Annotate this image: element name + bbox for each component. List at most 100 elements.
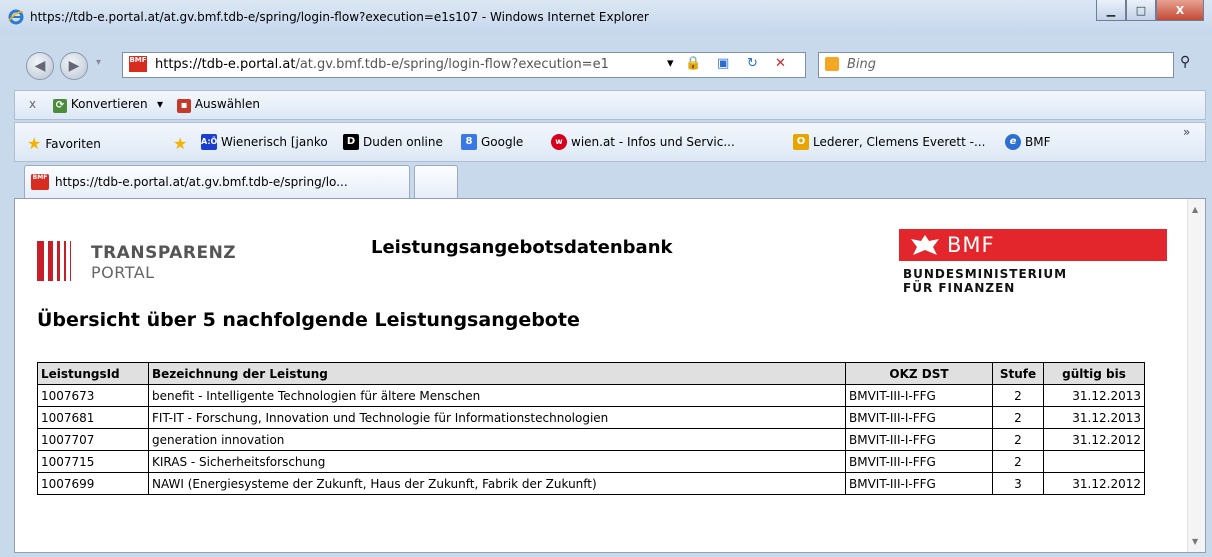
bmf-logo-text: BMF [947,233,995,257]
page-viewport: TRANSPARENZ PORTAL Leistungsangebotsdate… [14,198,1206,553]
cell-bezeichnung: KIRAS - Sicherheitsforschung [148,450,846,473]
scroll-down-icon[interactable]: ▼ [1192,537,1198,546]
cell-stufe: 2 [992,450,1044,473]
cell-gueltig: 31.12.2013 [1043,406,1145,429]
search-placeholder: Bing [847,57,877,72]
cell-okz: BMVIT-III-I-FFG [845,472,993,495]
bmf-logo: BMF [899,229,1167,261]
cell-bezeichnung: NAWI (Energiesysteme der Zukunft, Haus d… [148,472,846,495]
favorite-duden[interactable]: D Duden online [343,134,443,150]
lock-icon[interactable]: 🔒 [685,56,701,71]
table-row: 1007707 generation innovation BMVIT-III-… [37,428,1145,451]
stop-icon[interactable]: ✕ [775,56,786,71]
favorites-button[interactable]: ★ Favoriten [27,134,101,153]
refresh-icon[interactable]: ↻ [747,56,758,71]
tab-active[interactable]: BMF https://tdb-e.portal.at/at.gv.bmf.td… [24,165,410,198]
window-titlebar: https://tdb-e.portal.at/at.gv.bmf.tdb-e/… [0,0,1212,34]
add-favorite-icon[interactable]: ★ [173,134,187,153]
cell-bezeichnung: FIT-IT - Forschung, Innovation und Techn… [148,406,846,429]
search-icon[interactable]: ⚲ [1180,54,1190,70]
forward-arrow-icon: ▶ [68,58,80,74]
maximize-button[interactable]: □ [1126,0,1156,21]
cell-gueltig: 31.12.2012 [1043,472,1145,495]
cell-id: 1007699 [37,472,149,495]
compatibility-view-icon[interactable]: ▣ [717,56,729,71]
duden-icon: D [343,134,359,150]
logo-line2: PORTAL [91,263,155,282]
scroll-up-icon[interactable]: ▲ [1192,205,1198,214]
cell-id: 1007673 [37,384,149,407]
tab-favicon-icon: BMF [31,174,49,190]
favorite-wienerisch[interactable]: A:Ö Wienerisch [janko [201,134,328,150]
convert-icon: ⟳ [53,99,67,113]
favorite-lederer[interactable]: O Lederer, Clemens Everett -... [793,134,985,150]
tab-title: https://tdb-e.portal.at/at.gv.bmf.tdb-e/… [55,175,348,189]
col-header-id: LeistungsId [37,362,149,385]
cell-stufe: 3 [992,472,1044,495]
favorite-google[interactable]: 8 Google [461,134,523,150]
wienerisch-icon: A:Ö [201,134,217,150]
table-row: 1007715 KIRAS - Sicherheitsforschung BMV… [37,450,1145,473]
transparenz-bars-icon [37,241,71,281]
history-dropdown-icon[interactable]: ▾ [96,57,101,68]
table-header-row: LeistungsId Bezeichnung der Leistung OKZ… [37,362,1145,385]
close-button[interactable]: X [1156,0,1204,21]
page-title: Leistungsangebotsdatenbank [371,237,673,258]
window-title: https://tdb-e.portal.at/at.gv.bmf.tdb-e/… [30,10,649,24]
transparenzportal-logo: TRANSPARENZ PORTAL [37,241,237,282]
cell-id: 1007715 [37,450,149,473]
cell-stufe: 2 [992,428,1044,451]
minimize-button[interactable]: ▁ [1096,0,1126,21]
ie-page-icon: e [1005,134,1021,150]
convert-button[interactable]: ⟳ Konvertieren [53,97,148,113]
bmf-subtitle-line1: BUNDESMINISTERIUM [903,267,1068,281]
vertical-scrollbar[interactable]: ▲ ▼ [1187,199,1205,552]
forward-button[interactable]: ▶ [60,52,88,80]
internet-explorer-icon [8,9,24,25]
address-url[interactable]: https://tdb-e.portal.at/at.gv.bmf.tdb-e/… [155,57,609,72]
bing-icon [825,57,839,71]
cell-gueltig: 31.12.2013 [1043,384,1145,407]
favorite-bmf[interactable]: e BMF [1005,134,1051,150]
logo-line1: TRANSPARENZ [91,243,237,263]
bmf-subtitle-line2: FÜR FINANZEN [903,281,1016,295]
toolbar-close-icon[interactable]: x [29,97,36,111]
search-box[interactable]: Bing [818,52,1174,78]
eagle-icon [911,235,939,255]
cell-gueltig [1043,450,1145,473]
google-icon: 8 [461,134,477,150]
col-header-okz: OKZ DST [845,362,993,385]
cell-stufe: 2 [992,384,1044,407]
favorite-wien[interactable]: w wien.at - Infos und Servic... [551,134,735,150]
table-row: 1007681 FIT-IT - Forschung, Innovation u… [37,406,1145,429]
pdf-select-icon: ▪ [177,99,191,113]
table-row: 1007673 benefit - Intelligente Technolog… [37,384,1145,407]
cell-stufe: 2 [992,406,1044,429]
table-row: 1007699 NAWI (Energiesysteme der Zukunft… [37,472,1145,495]
cell-okz: BMVIT-III-I-FFG [845,384,993,407]
address-bar[interactable]: BMF https://tdb-e.portal.at/at.gv.bmf.td… [122,52,806,78]
tab-strip: BMF https://tdb-e.portal.at/at.gv.bmf.td… [14,162,1204,198]
address-dropdown-icon[interactable]: ▾ [667,56,674,71]
cell-okz: BMVIT-III-I-FFG [845,450,993,473]
navigation-bar: ◀ ▶ ▾ BMF https://tdb-e.portal.at/at.gv.… [0,40,1212,88]
command-bar: x ⟳ Konvertieren ▾ ▪ Auswählen [14,90,1206,120]
new-tab-button[interactable] [414,165,458,198]
back-button[interactable]: ◀ [26,52,54,80]
convert-dropdown-icon[interactable]: ▾ [157,97,163,111]
leistungsangebote-table: LeistungsId Bezeichnung der Leistung OKZ… [37,362,1145,495]
favorites-bar: ★ Favoriten ★ A:Ö Wienerisch [janko D Du… [14,122,1206,162]
col-header-bezeichnung: Bezeichnung der Leistung [148,362,846,385]
overview-heading: Übersicht über 5 nachfolgende Leistungsa… [37,309,580,331]
back-arrow-icon: ◀ [34,58,46,74]
col-header-stufe: Stufe [992,362,1044,385]
col-header-gueltig: gültig bis [1043,362,1145,385]
cell-id: 1007707 [37,428,149,451]
favorites-overflow-icon[interactable]: » [1183,125,1190,139]
cell-okz: BMVIT-III-I-FFG [845,428,993,451]
cell-bezeichnung: benefit - Intelligente Technologien für … [148,384,846,407]
select-button[interactable]: ▪ Auswählen [177,97,260,113]
bmf-favicon-icon: BMF [129,56,147,72]
wien-icon: w [551,134,567,150]
favorites-star-icon: ★ [27,134,42,153]
